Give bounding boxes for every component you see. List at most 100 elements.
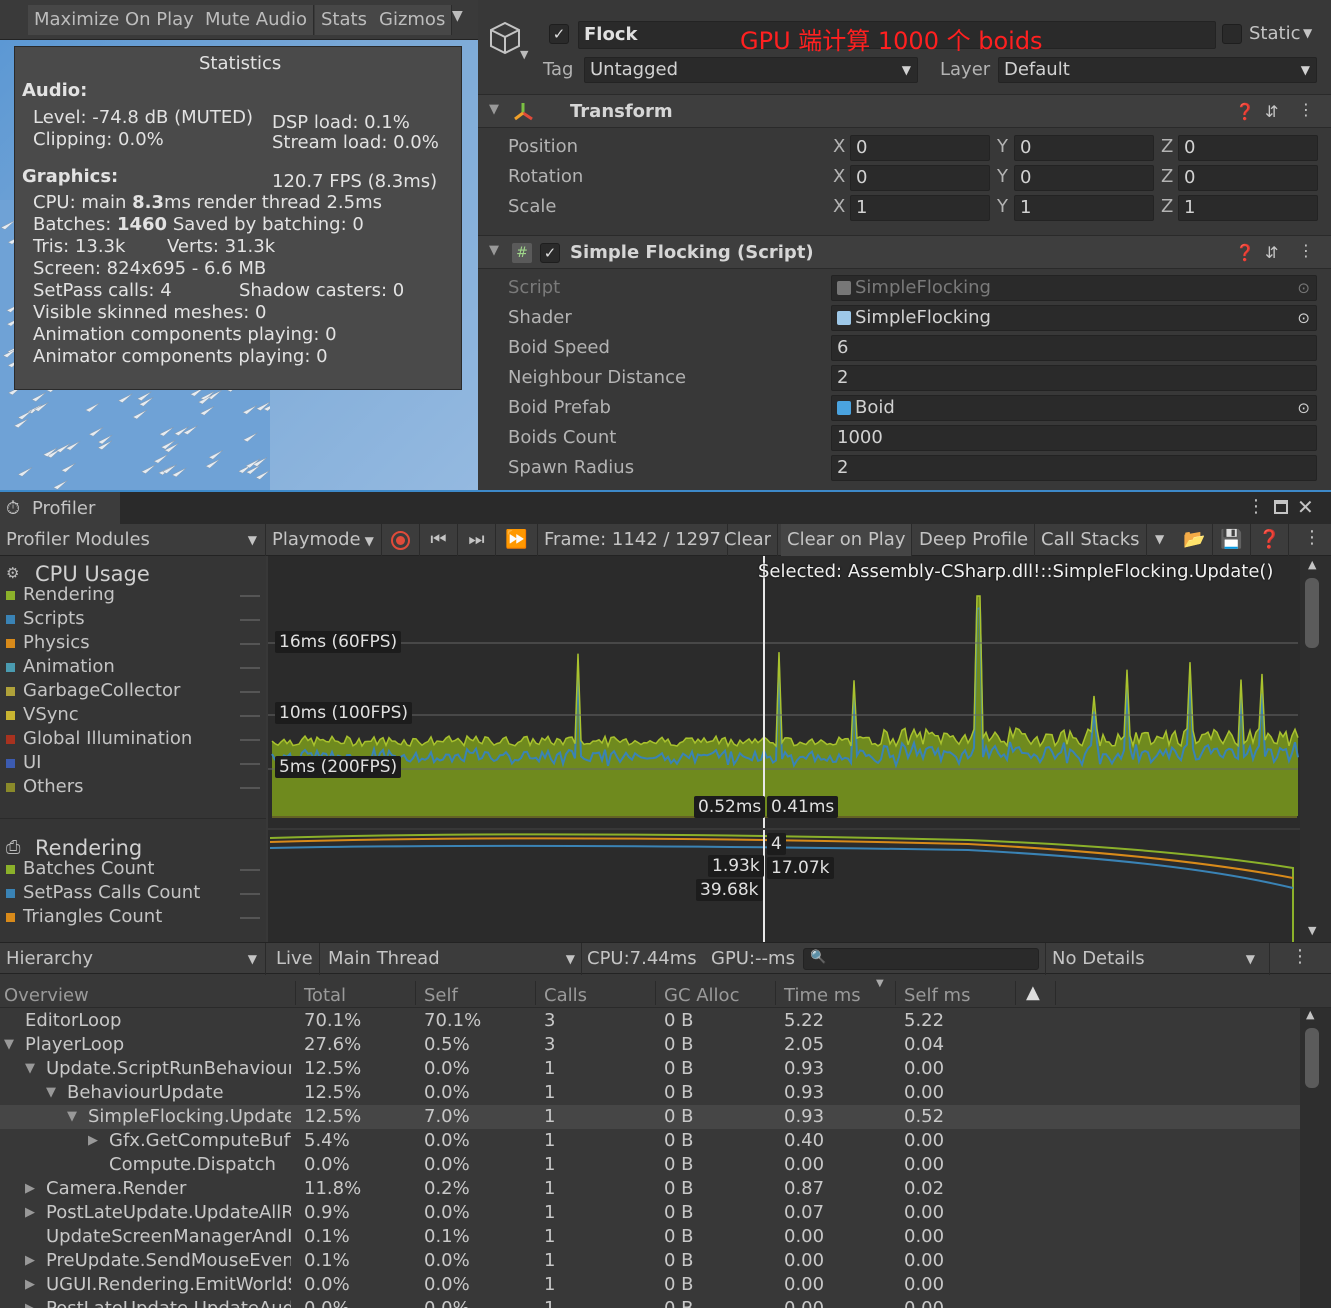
more-menu-icon[interactable]: ⋮ [1298, 100, 1314, 119]
collapsed-arrow-icon[interactable]: ▶ [25, 1177, 35, 1201]
scroll-thumb[interactable] [1305, 578, 1319, 648]
hierarchy-options-icon[interactable]: ⋮ [1291, 946, 1309, 967]
boid-speed-field[interactable]: 6 [831, 335, 1317, 361]
tag-dropdown[interactable]: Untagged ▼ [584, 57, 918, 83]
collapsed-arrow-icon[interactable]: ▶ [88, 1129, 98, 1153]
scale-z-field[interactable]: 1 [1178, 195, 1318, 221]
module-item-scripts[interactable]: Scripts [6, 608, 85, 629]
z-axis-label[interactable]: Z [1161, 196, 1173, 217]
cpu-module-title[interactable]: CPU Usage [35, 562, 150, 586]
clear-button[interactable]: Clear [718, 524, 779, 556]
simple-flocking-header[interactable]: ▼ # ✓ Simple Flocking (Script) ❓ ⇵ ⋮ [478, 235, 1331, 269]
deep-profile-toggle[interactable]: Deep Profile [913, 524, 1036, 556]
shader-field[interactable]: SimpleFlocking ⊙ [831, 305, 1317, 331]
col-time-ms[interactable]: Time ms [784, 985, 861, 1006]
module-item-setpass-calls-count[interactable]: SetPass Calls Count [6, 882, 200, 903]
object-picker-icon[interactable]: ⊙ [1292, 306, 1310, 330]
collapsed-arrow-icon[interactable]: ▶ [25, 1273, 35, 1297]
static-checkbox[interactable] [1222, 24, 1242, 44]
module-item-garbagecollector[interactable]: GarbageCollector [6, 680, 180, 701]
stats-toggle[interactable]: Stats [315, 5, 374, 35]
module-item-batches-count[interactable]: Batches Count [6, 858, 154, 879]
rendering-module-title[interactable]: Rendering [35, 836, 142, 860]
help-icon-profiler[interactable]: ❓ [1251, 524, 1289, 556]
profiler-tab[interactable]: ⏱ Profiler [0, 492, 120, 524]
position-x-field[interactable]: 0 [850, 135, 990, 161]
expanded-arrow-icon[interactable]: ▼ [4, 1033, 14, 1057]
transform-header[interactable]: ▼ Transform ❓ ⇵ ⋮ [478, 94, 1331, 128]
load-icon[interactable]: 📂 [1177, 524, 1213, 556]
cpu-usage-chart[interactable]: 16ms (60FPS) 10ms (100FPS) 5ms (200FPS) … [268, 556, 1300, 828]
module-item-ui[interactable]: UI [6, 752, 41, 773]
previous-frame-icon[interactable]: ⏮ [420, 524, 458, 556]
table-row[interactable]: Compute.Dispatch 0.0% 0.0% 1 0 B 0.00 0.00 [0, 1153, 1300, 1177]
table-row[interactable]: EditorLoop 70.1% 70.1% 3 0 B 5.22 5.22 [0, 1009, 1300, 1033]
record-button[interactable] [382, 524, 420, 556]
x-axis-label[interactable]: X [833, 136, 845, 157]
active-checkbox[interactable]: ✓ [549, 24, 569, 44]
window-menu-icon[interactable]: ⋮ [1247, 496, 1265, 517]
boid-prefab-field[interactable]: Boid ⊙ [831, 395, 1317, 421]
maximize-icon[interactable] [1274, 500, 1288, 514]
table-row[interactable]: ▼ PlayerLoop 27.6% 0.5% 3 0 B 2.05 0.04 [0, 1033, 1300, 1057]
gizmos-toggle[interactable]: Gizmos [373, 5, 453, 35]
script-enabled-checkbox[interactable]: ✓ [540, 243, 560, 263]
module-item-triangles-count[interactable]: Triangles Count [6, 906, 162, 927]
position-y-field[interactable]: 0 [1014, 135, 1154, 161]
col-overview[interactable]: Overview [4, 985, 89, 1006]
rotation-x-field[interactable]: 0 [850, 165, 990, 191]
rotation-y-field[interactable]: 0 [1014, 165, 1154, 191]
transform-foldout-icon[interactable]: ▼ [489, 102, 499, 117]
spawn-radius-field[interactable]: 2 [831, 455, 1317, 481]
thread-dropdown[interactable]: Main Thread ▼ [322, 943, 582, 975]
expanded-arrow-icon[interactable]: ▼ [46, 1081, 56, 1105]
table-row[interactable]: ▶ PreUpdate.SendMouseEvent 0.1% 0.0% 1 0 B 0.0… [0, 1249, 1300, 1273]
rotation-z-field[interactable]: 0 [1178, 165, 1318, 191]
search-input[interactable]: 🔍 [803, 948, 1039, 970]
hierarchy-scroll-thumb[interactable] [1305, 1028, 1319, 1088]
table-row[interactable]: ▼ BehaviourUpdate 12.5% 0.0% 1 0 B 0.93 0.00 [0, 1081, 1300, 1105]
y-axis-label[interactable]: Y [997, 196, 1008, 217]
cpu-usage-graph[interactable] [268, 556, 1300, 828]
playmode-dropdown[interactable]: Playmode ▼ [266, 524, 382, 556]
charts-scrollbar[interactable]: ▲ ▼ [1300, 556, 1331, 942]
script-presets-icon[interactable]: ⇵ [1265, 243, 1278, 262]
maximize-on-play-toggle[interactable]: Maximize On Play [28, 5, 201, 35]
table-row[interactable]: ▶ PostLateUpdate.UpdateAllRe 0.9% 0.0% 1 0 B 0… [0, 1201, 1300, 1225]
call-stacks-toggle[interactable]: Call Stacks [1035, 524, 1147, 556]
script-help-icon[interactable]: ❓ [1235, 243, 1255, 262]
mute-audio-toggle[interactable]: Mute Audio [199, 5, 314, 35]
table-row[interactable]: ▼ Update.ScriptRunBehaviourU 12.5% 0.0% 1 0 B… [0, 1057, 1300, 1081]
script-more-menu-icon[interactable]: ⋮ [1298, 241, 1314, 260]
boids-count-field[interactable]: 1000 [831, 425, 1317, 451]
module-item-physics[interactable]: Physics [6, 632, 90, 653]
save-icon[interactable]: 💾 [1213, 524, 1251, 556]
z-axis-label[interactable]: Z [1161, 136, 1173, 157]
hierarchy-scroll-up-icon[interactable]: ▲ [1306, 1008, 1314, 1021]
collapsed-arrow-icon[interactable]: ▶ [25, 1249, 35, 1273]
gizmos-dropdown-icon[interactable]: ▼ [452, 8, 463, 24]
collapsed-arrow-icon[interactable]: ▶ [25, 1297, 35, 1308]
z-axis-label[interactable]: Z [1161, 166, 1173, 187]
scale-x-field[interactable]: 1 [850, 195, 990, 221]
x-axis-label[interactable]: X [833, 166, 845, 187]
y-axis-label[interactable]: Y [997, 136, 1008, 157]
module-item-animation[interactable]: Animation [6, 656, 115, 677]
table-row[interactable]: ▶ PostLateUpdate.UpdateAudi 0.0% 0.0% 1 0 B 0.… [0, 1297, 1300, 1308]
live-toggle[interactable]: Live [270, 943, 320, 975]
object-picker-icon[interactable]: ⊙ [1292, 396, 1310, 420]
expanded-arrow-icon[interactable]: ▼ [25, 1057, 35, 1081]
current-frame-icon[interactable]: ⏩ [496, 524, 538, 556]
layer-dropdown[interactable]: Default ▼ [998, 57, 1317, 83]
profiler-options-icon[interactable]: ⋮ [1303, 527, 1321, 548]
col-gc-alloc[interactable]: GC Alloc [664, 985, 739, 1006]
table-row[interactable]: ▶ Camera.Render 11.8% 0.2% 1 0 B 0.87 0.02 [0, 1177, 1300, 1201]
scale-y-field[interactable]: 1 [1014, 195, 1154, 221]
hierarchy-scrollbar[interactable]: ▲ [1300, 1008, 1331, 1308]
rendering-chart[interactable]: 4 1.93k 17.07k 39.68k [268, 830, 1300, 942]
module-item-vsync[interactable]: VSync [6, 704, 79, 725]
module-item-rendering[interactable]: Rendering [6, 584, 115, 605]
y-axis-label[interactable]: Y [997, 166, 1008, 187]
expanded-arrow-icon[interactable]: ▼ [67, 1105, 77, 1129]
neighbour-distance-field[interactable]: 2 [831, 365, 1317, 391]
